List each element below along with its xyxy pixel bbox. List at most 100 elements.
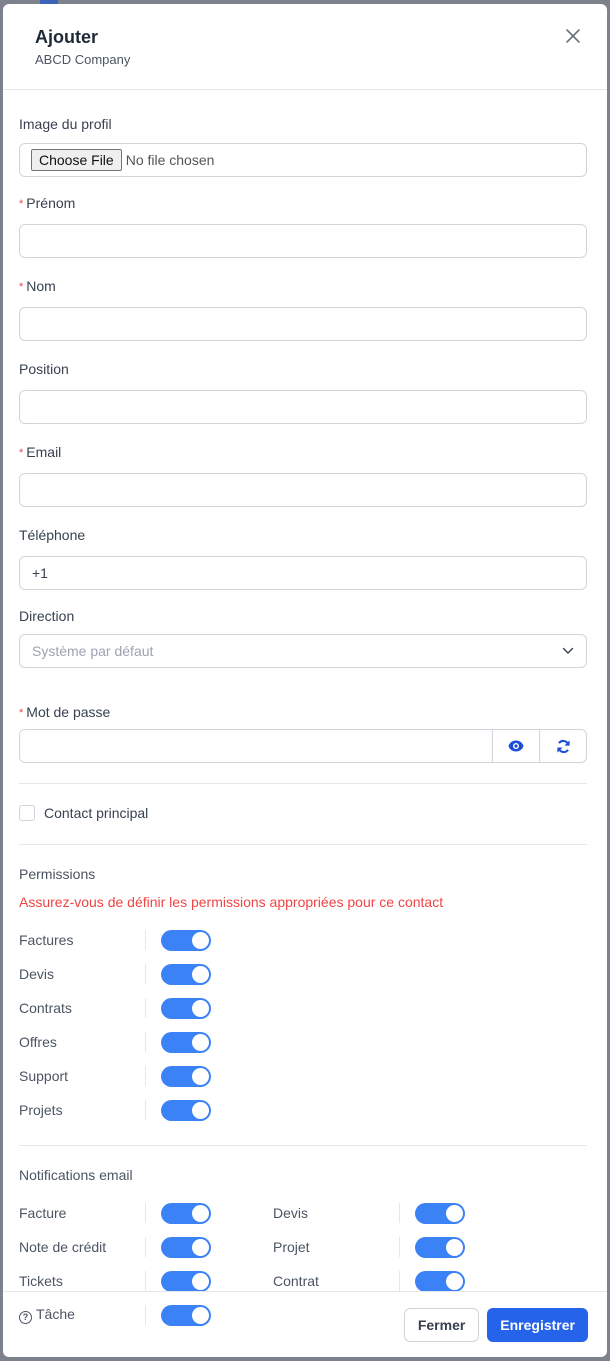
- permission-label: Devis: [19, 966, 55, 982]
- profile-image-label: Image du profil: [19, 116, 112, 132]
- separator: [399, 1271, 400, 1291]
- toggle-knob: [446, 1272, 463, 1290]
- direction-selected-value: Système par défaut: [32, 643, 154, 659]
- notifications-title: Notifications email: [19, 1167, 133, 1183]
- separator: [145, 964, 146, 984]
- notification-row-note-de-credit: Note de crédit: [19, 1230, 273, 1264]
- divider: [19, 844, 587, 845]
- primary-contact-label: Contact principal: [44, 805, 149, 821]
- permission-row-offres: Offres: [19, 1025, 587, 1059]
- profile-image-field: Image du profil Choose File No file chos…: [19, 90, 587, 177]
- permission-row-projets: Projets: [19, 1093, 587, 1127]
- email-input[interactable]: [19, 473, 587, 507]
- email-field: * Email: [19, 442, 587, 507]
- email-label: * Email: [19, 442, 587, 462]
- choose-file-button[interactable]: Choose File: [31, 149, 122, 171]
- first-name-input[interactable]: [19, 224, 587, 258]
- required-marker: *: [19, 707, 24, 719]
- notification-label: Contrat: [273, 1273, 319, 1289]
- toggle-knob: [192, 999, 209, 1017]
- first-name-field: * Prénom: [19, 193, 587, 258]
- modal-title: Ajouter: [35, 27, 98, 47]
- permission-toggle-support[interactable]: [161, 1065, 211, 1087]
- toggle-knob: [192, 965, 209, 983]
- password-label-text: Mot de passe: [26, 704, 111, 720]
- modal-header: Ajouter ABCD Company: [3, 4, 607, 90]
- permissions-title: Permissions: [19, 866, 96, 882]
- first-name-label: * Prénom: [19, 193, 587, 213]
- permission-row-devis: Devis: [19, 957, 587, 991]
- modal-footer: Fermer Enregistrer: [3, 1291, 607, 1357]
- notification-label: Devis: [273, 1205, 309, 1221]
- notification-toggle-tickets[interactable]: [161, 1270, 211, 1292]
- last-name-label: * Nom: [19, 276, 587, 296]
- permission-toggle-offres[interactable]: [161, 1031, 211, 1053]
- permission-toggle-devis[interactable]: [161, 963, 211, 985]
- separator: [145, 1032, 146, 1052]
- save-button[interactable]: Enregistrer: [487, 1307, 588, 1342]
- chevron-down-icon: [562, 647, 574, 654]
- notification-label: Facture: [19, 1205, 67, 1221]
- toggle-knob: [192, 1238, 209, 1256]
- phone-label: Téléphone: [19, 527, 86, 543]
- separator: [145, 1100, 146, 1120]
- permission-row-contrats: Contrats: [19, 991, 587, 1025]
- notification-label: Projet: [273, 1239, 310, 1255]
- permission-toggle-factures[interactable]: [161, 929, 211, 951]
- permission-row-factures: Factures: [19, 923, 587, 957]
- permission-toggle-projets[interactable]: [161, 1099, 211, 1121]
- separator: [145, 998, 146, 1018]
- required-marker: *: [19, 198, 24, 210]
- notification-toggle-facture[interactable]: [161, 1202, 211, 1224]
- password-input[interactable]: [20, 730, 492, 762]
- profile-image-input[interactable]: Choose File No file chosen: [19, 143, 587, 177]
- separator: [145, 1066, 146, 1086]
- modal-subtitle: ABCD Company: [35, 52, 131, 67]
- eye-icon: [508, 740, 524, 752]
- direction-select[interactable]: Système par défaut: [19, 634, 587, 668]
- show-password-button[interactable]: [492, 730, 539, 762]
- add-contact-modal: Ajouter ABCD Company Image du profil Cho…: [3, 4, 607, 1357]
- position-field: Position: [19, 359, 587, 424]
- toggle-knob: [192, 1272, 209, 1290]
- permission-toggle-contrats[interactable]: [161, 997, 211, 1019]
- direction-field: Direction Système par défaut: [19, 606, 587, 668]
- toggle-knob: [192, 1067, 209, 1085]
- password-field: * Mot de passe: [19, 702, 587, 763]
- close-icon: [566, 29, 580, 43]
- primary-contact-checkbox[interactable]: [19, 805, 35, 821]
- first-name-label-text: Prénom: [26, 195, 76, 211]
- close-button[interactable]: [565, 28, 581, 44]
- close-modal-button[interactable]: Fermer: [403, 1307, 480, 1342]
- toggle-knob: [446, 1204, 463, 1222]
- separator: [145, 1203, 146, 1223]
- separator: [145, 1237, 146, 1257]
- notification-toggle-projet[interactable]: [415, 1236, 465, 1258]
- last-name-input[interactable]: [19, 307, 587, 341]
- password-input-group: [19, 729, 587, 763]
- position-input[interactable]: [19, 390, 587, 424]
- notification-toggle-devis[interactable]: [415, 1202, 465, 1224]
- password-label: * Mot de passe: [19, 702, 587, 722]
- permission-label: Support: [19, 1068, 69, 1084]
- generate-password-button[interactable]: [539, 730, 586, 762]
- permissions-list: Factures Devis Contrats Offres Support P…: [19, 923, 587, 1127]
- toggle-knob: [192, 1033, 209, 1051]
- separator: [145, 1271, 146, 1291]
- email-label-text: Email: [26, 444, 62, 460]
- toggle-knob: [192, 1204, 209, 1222]
- primary-contact-row: Contact principal: [19, 803, 587, 823]
- permission-row-support: Support: [19, 1059, 587, 1093]
- separator: [145, 930, 146, 950]
- position-label: Position: [19, 361, 69, 377]
- permission-label: Projets: [19, 1102, 63, 1118]
- permission-label: Offres: [19, 1034, 57, 1050]
- notification-toggle-contrat[interactable]: [415, 1270, 465, 1292]
- notification-toggle-note-de-credit[interactable]: [161, 1236, 211, 1258]
- phone-input[interactable]: [19, 556, 587, 590]
- separator: [399, 1237, 400, 1257]
- toggle-knob: [192, 931, 209, 949]
- phone-field: Téléphone: [19, 525, 587, 590]
- toggle-knob: [446, 1238, 463, 1256]
- permission-label: Factures: [19, 932, 74, 948]
